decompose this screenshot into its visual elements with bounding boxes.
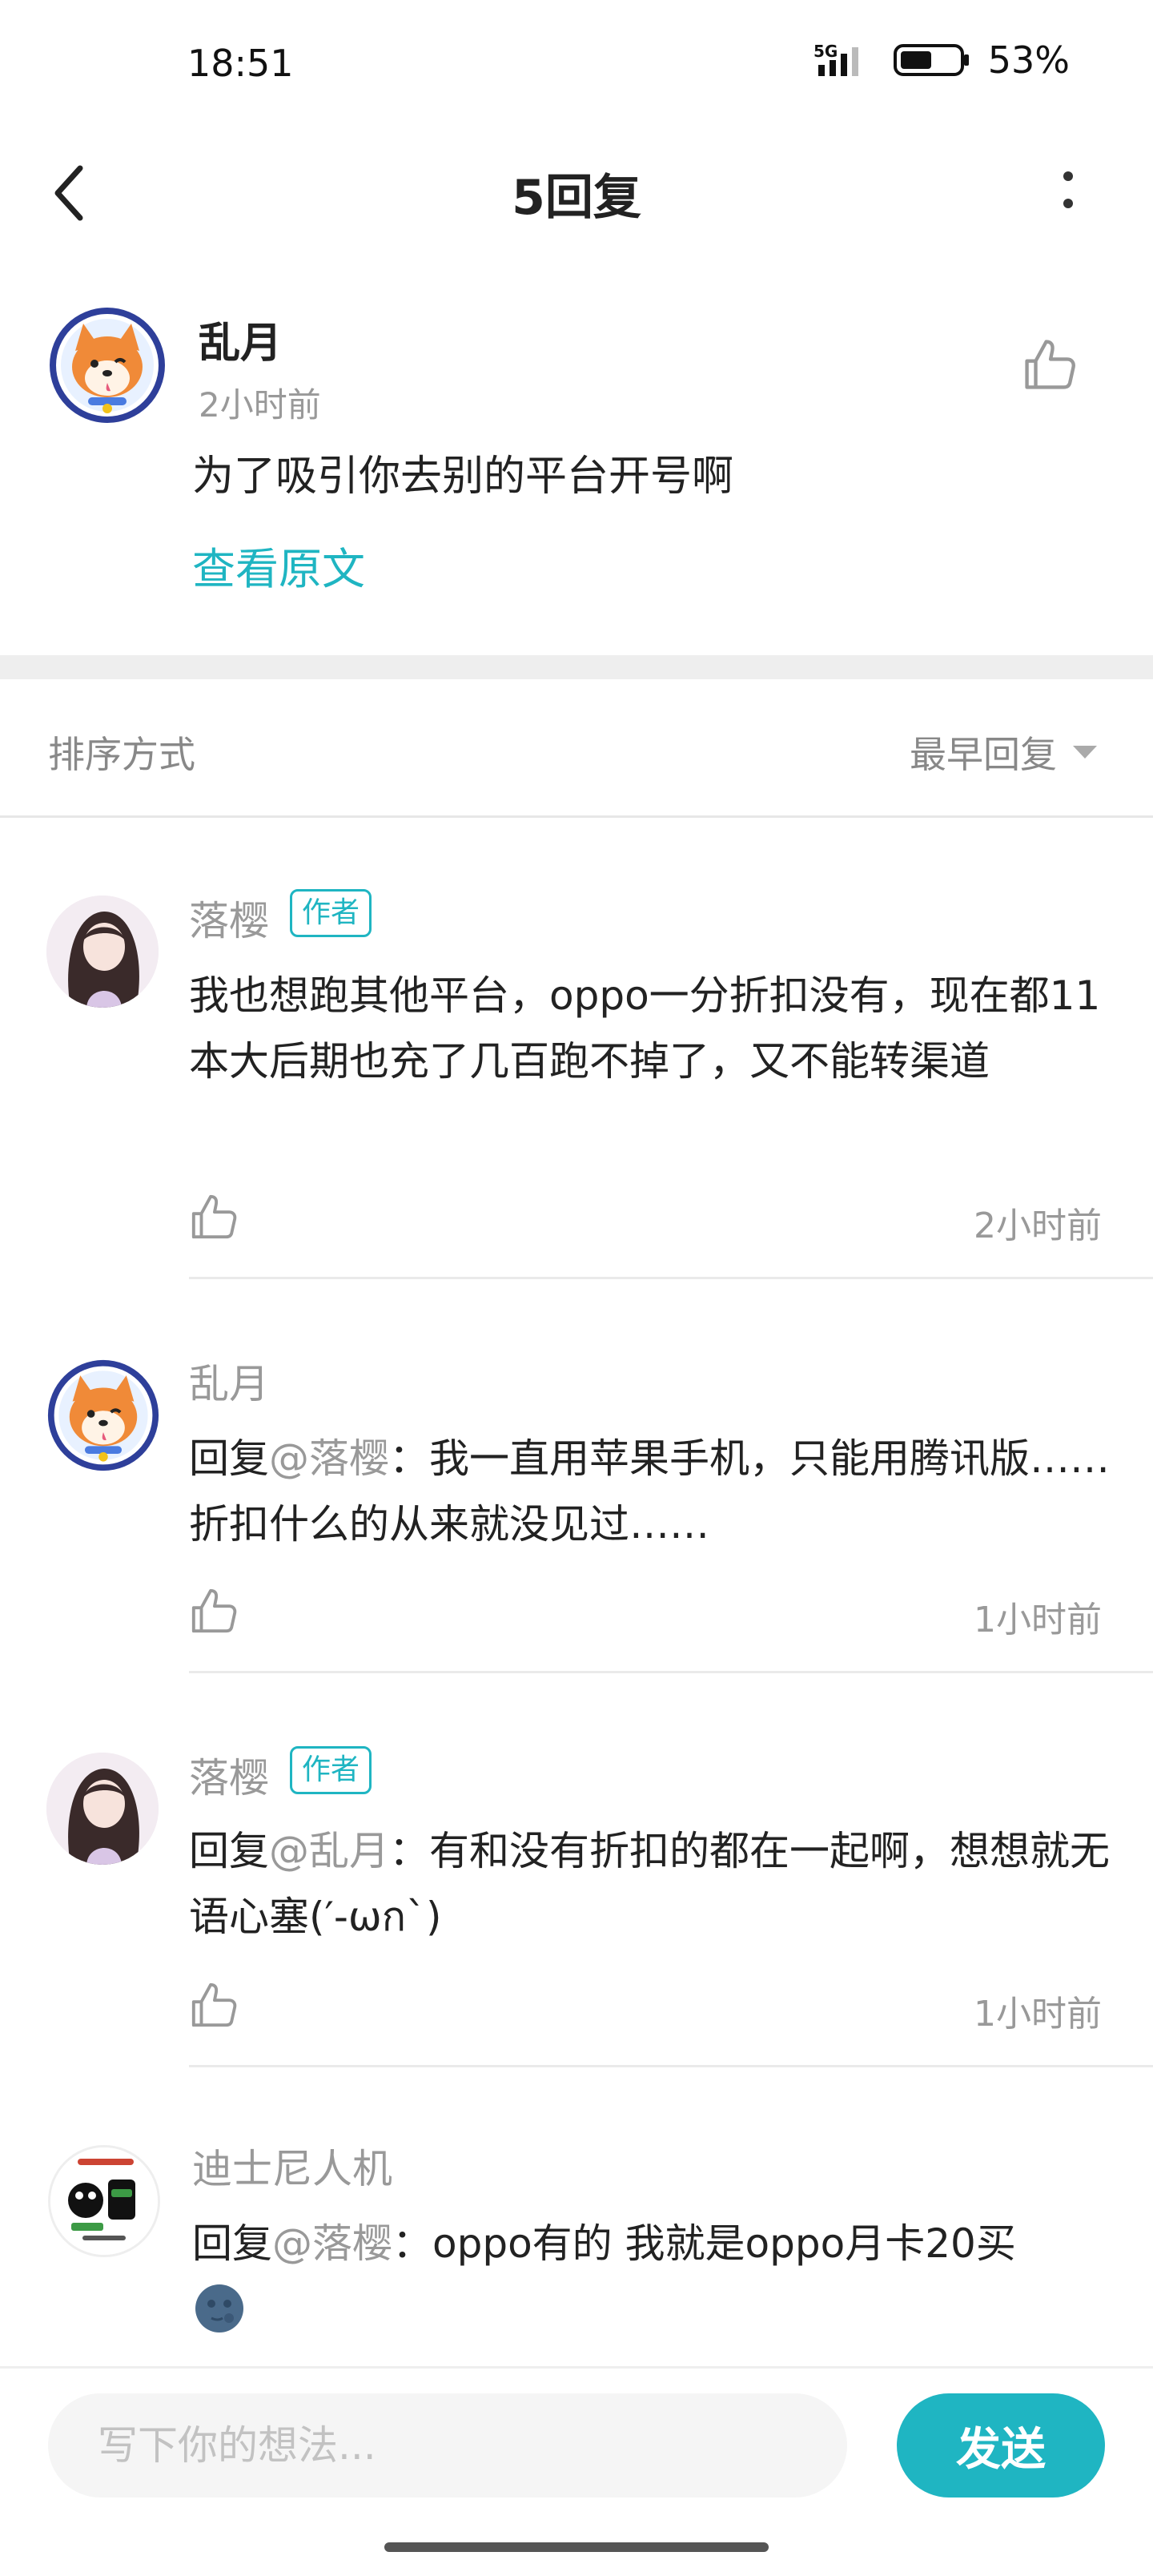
thumbs-up-icon (1025, 340, 1075, 389)
reply-text: 回复@落樱：我一直用苹果手机，只能用腾讯版……折扣什么的从来就没见过…… (189, 1426, 1110, 1557)
anime-girl-avatar-icon (46, 896, 159, 1008)
reply-text: 回复@落樱：oppo有的 我就是oppo月卡20买 (192, 2211, 1113, 2276)
main-like-button[interactable] (1022, 336, 1078, 392)
reply-divider (189, 2065, 1153, 2067)
reply-like-button[interactable] (189, 1980, 239, 2030)
reply-like-button[interactable] (189, 1192, 239, 1242)
view-original-link[interactable]: 查看原文 (192, 533, 365, 597)
shiba-avatar-icon (47, 1359, 159, 1471)
reply-author-name[interactable]: 迪士尼人机 (192, 2137, 392, 2195)
avatar-luanyue[interactable] (48, 306, 167, 425)
anime-girl-avatar-icon (46, 1753, 159, 1865)
sort-dropdown[interactable]: 最早回复 (910, 726, 1099, 779)
thumbs-up-icon (191, 1982, 237, 2027)
shiba-avatar-icon (50, 308, 165, 423)
reply-author-name[interactable]: 落樱 (189, 1746, 269, 1804)
avatar-luanyue[interactable] (46, 1358, 160, 1472)
reply-timestamp: 1小时前 (974, 1994, 1102, 2035)
author-badge: 作者 (290, 889, 372, 937)
composer-divider (0, 2366, 1153, 2369)
more-vertical-icon (1063, 171, 1073, 208)
reply-prefix: 回复 (192, 2220, 272, 2267)
reply-divider (189, 1671, 1153, 1673)
comment-text: 为了吸引你去别的平台开号啊 (192, 453, 734, 501)
page-title: 5回复 (512, 170, 641, 226)
status-time: 18:51 (187, 42, 294, 85)
avatar-luoying[interactable] (46, 896, 159, 1008)
reply-timestamp: 2小时前 (974, 1205, 1102, 1246)
battery-percent: 53% (987, 38, 1070, 82)
reply-prefix: 回复 (189, 1435, 269, 1482)
author-badge: 作者 (290, 1746, 372, 1794)
avatar-luoying[interactable] (46, 1753, 159, 1865)
mention-link[interactable]: @落樱 (272, 2220, 392, 2267)
comment-timestamp: 2小时前 (199, 385, 321, 425)
reply-like-button[interactable] (189, 1586, 239, 1636)
cartoon-avatar-icon (50, 2147, 158, 2255)
status-icons: 5G 53% (812, 38, 1070, 82)
comment-author-name[interactable]: 乱月 (199, 309, 282, 369)
mention-link[interactable]: @落樱 (269, 1435, 389, 1482)
send-button[interactable]: 发送 (897, 2393, 1105, 2498)
signal-5g-icon: 5G (814, 42, 858, 76)
section-divider (0, 655, 1153, 679)
reply-author-name[interactable]: 落樱 (189, 889, 269, 947)
battery-icon (893, 44, 969, 76)
mention-link[interactable]: @乱月 (269, 1828, 389, 1874)
network-label: 5G (814, 42, 838, 61)
reply-divider (189, 1277, 1153, 1279)
caret-down-icon (1073, 746, 1097, 759)
reply-prefix: 回复 (189, 1828, 269, 1874)
sort-label: 排序方式 (48, 733, 195, 776)
more-options-button[interactable] (1051, 167, 1086, 223)
avatar-disney-bot[interactable] (48, 2145, 160, 2257)
thumbs-up-icon (191, 1588, 237, 1633)
new-moon-face-emoji-icon (194, 2283, 245, 2334)
reply-author-name[interactable]: 乱月 (189, 1352, 269, 1410)
reply-input[interactable] (48, 2393, 847, 2498)
reply-text: 回复@乱月：有和没有折扣的都在一起啊，想想就无语心塞(′-ωก`) (189, 1818, 1110, 1950)
sort-divider (0, 815, 1153, 818)
sort-selected-value: 最早回复 (910, 733, 1057, 776)
reply-timestamp: 1小时前 (974, 1600, 1102, 1640)
reply-body: ：oppo有的 我就是oppo月卡20买 (392, 2220, 1016, 2267)
reply-text: 我也想跑其他平台，oppo一分折扣没有，现在都11本大后期也充了几百跑不掉了，又… (189, 972, 1101, 1085)
home-indicator[interactable] (384, 2542, 769, 2552)
thumbs-up-icon (191, 1194, 237, 1239)
